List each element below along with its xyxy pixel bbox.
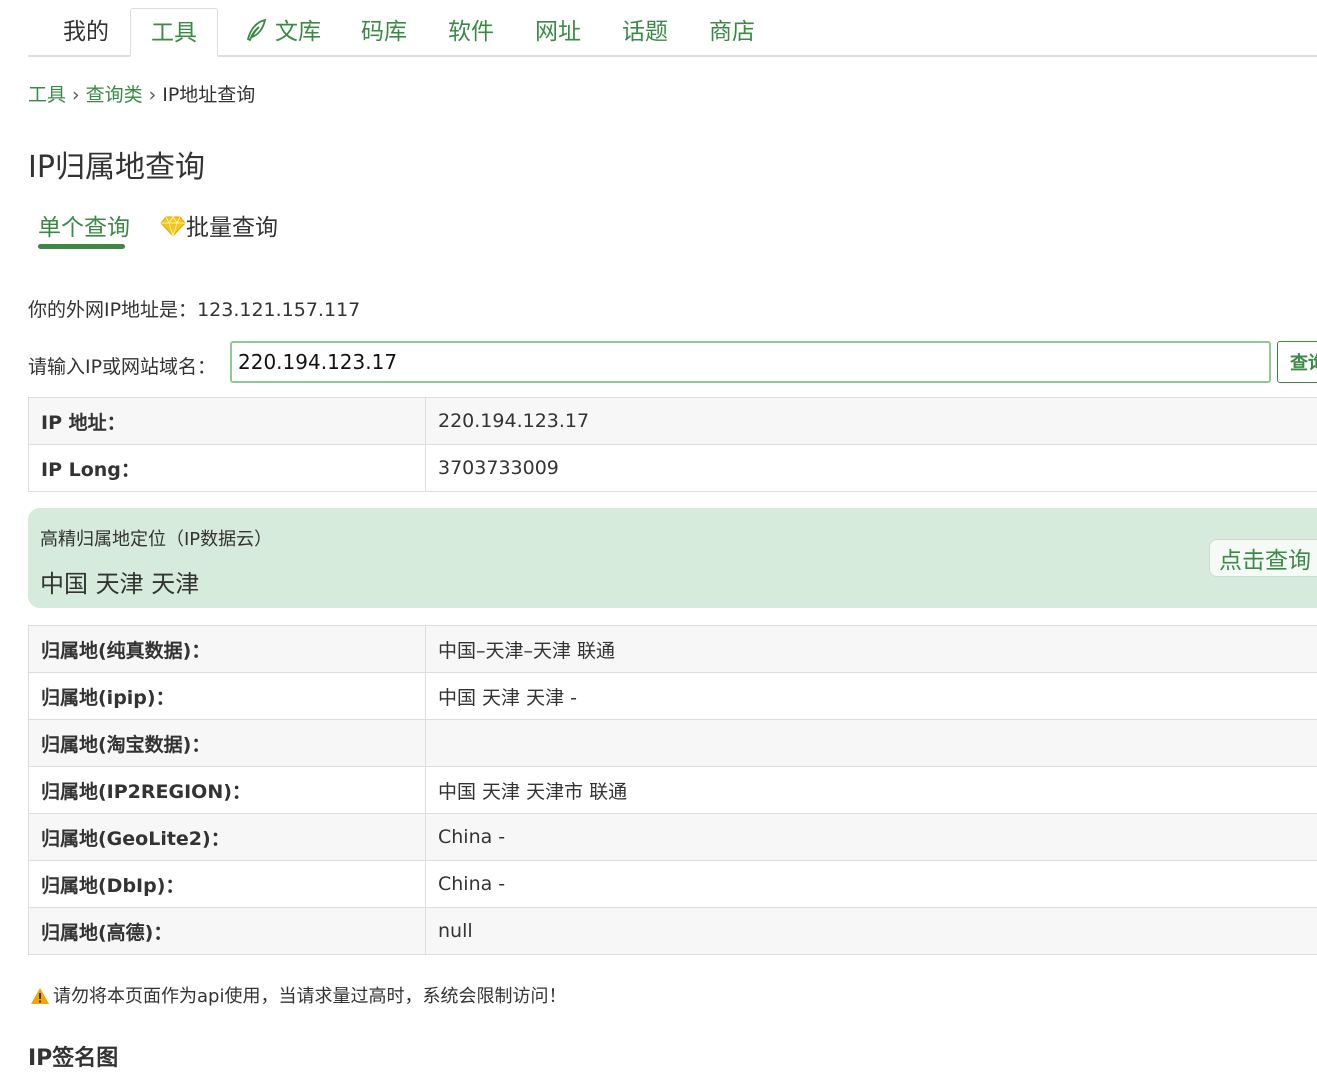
my-ip-label: 你的外网IP地址是：: [28, 299, 197, 321]
table-row: 归属地(纯真数据)： 中国–天津–天津 联通: [29, 626, 1317, 673]
table-row: 归属地(IP2REGION)： 中国 天津 天津市 联通: [29, 767, 1317, 814]
breadcrumb-separator: ›: [72, 84, 80, 106]
warning-text: 请勿将本页面作为api使用，当请求量过高时，系统会限制访问！: [53, 986, 566, 1007]
location-key: 归属地(高德)：: [29, 908, 426, 955]
api-warning: 请勿将本页面作为api使用，当请求量过高时，系统会限制访问！: [30, 982, 566, 1008]
warning-icon: [30, 987, 50, 1005]
tab-batch-query-label: 批量查询: [186, 215, 278, 241]
ip-long-key: IP Long：: [29, 445, 426, 492]
ip-address-value: 220.194.123.17: [426, 398, 1317, 445]
location-value: China -: [426, 814, 1317, 861]
nav-item-code[interactable]: 码库: [354, 8, 414, 55]
breadcrumb: 工具›查询类›IP地址查询: [28, 80, 255, 107]
ip-info-table: IP 地址： 220.194.123.17 IP Long： 370373300…: [28, 397, 1317, 492]
nav-item-topics[interactable]: 话题: [615, 8, 675, 55]
location-key: 归属地(GeoLite2)：: [29, 814, 426, 861]
tab-batch-query[interactable]: 批量查询: [160, 208, 278, 242]
quill-icon: [243, 17, 269, 43]
table-row: 归属地(淘宝数据)：: [29, 720, 1317, 767]
my-ip-value: 123.121.157.117: [197, 299, 360, 321]
tab-single-query[interactable]: 单个查询: [38, 208, 130, 242]
click-query-button[interactable]: 点击查询: [1209, 539, 1317, 577]
table-row: 归属地(GeoLite2)： China -: [29, 814, 1317, 861]
breadcrumb-separator: ›: [149, 84, 157, 106]
location-key: 归属地(DbIp)：: [29, 861, 426, 908]
nav-item-mine[interactable]: 我的: [52, 8, 120, 55]
query-button[interactable]: 查询: [1277, 341, 1317, 383]
nav-item-library[interactable]: 文库: [240, 8, 324, 55]
breadcrumb-current: IP地址查询: [162, 84, 255, 106]
nav-item-library-label: 文库: [275, 19, 321, 45]
location-value: 中国 天津 天津 -: [426, 673, 1317, 720]
table-row: 归属地(ipip)： 中国 天津 天津 -: [29, 673, 1317, 720]
precise-location-value: 中国 天津 天津: [40, 564, 199, 599]
top-nav: 我的 工具 文库 码库 软件 网址 话题 商店: [28, 0, 1317, 57]
location-value: [426, 720, 1317, 767]
ip-signature-heading: IP签名图: [28, 1040, 118, 1072]
page-title: IP归属地查询: [28, 142, 205, 186]
nav-item-software[interactable]: 软件: [441, 8, 501, 55]
table-row: 归属地(高德)： null: [29, 908, 1317, 955]
ip-long-value: 3703733009: [426, 445, 1317, 492]
ip-address-key: IP 地址：: [29, 398, 426, 445]
location-value: 中国 天津 天津市 联通: [426, 767, 1317, 814]
diamond-icon: [160, 215, 186, 237]
location-key: 归属地(ipip)：: [29, 673, 426, 720]
location-value: China -: [426, 861, 1317, 908]
location-key: 归属地(纯真数据)：: [29, 626, 426, 673]
location-table: 归属地(纯真数据)： 中国–天津–天津 联通 归属地(ipip)： 中国 天津 …: [28, 625, 1317, 955]
location-value: 中国–天津–天津 联通: [426, 626, 1317, 673]
table-row: IP Long： 3703733009: [29, 445, 1317, 492]
location-key: 归属地(淘宝数据)：: [29, 720, 426, 767]
my-ip-line: 你的外网IP地址是：123.121.157.117: [28, 295, 360, 322]
location-key: 归属地(IP2REGION)：: [29, 767, 426, 814]
location-value: null: [426, 908, 1317, 955]
precise-location-label: 高精归属地定位（IP数据云）: [40, 525, 272, 551]
ip-input[interactable]: [230, 341, 1271, 383]
nav-item-shop[interactable]: 商店: [702, 8, 762, 55]
table-row: IP 地址： 220.194.123.17: [29, 398, 1317, 445]
nav-item-sites[interactable]: 网址: [528, 8, 588, 55]
precise-location-box: 高精归属地定位（IP数据云） 中国 天津 天津 点击查询: [28, 508, 1317, 608]
ip-input-label: 请输入IP或网站域名：: [28, 352, 216, 379]
nav-item-tools[interactable]: 工具: [130, 8, 218, 57]
table-row: 归属地(DbIp)： China -: [29, 861, 1317, 908]
breadcrumb-tools[interactable]: 工具: [28, 84, 66, 106]
breadcrumb-query-category[interactable]: 查询类: [86, 84, 143, 106]
active-tab-indicator: [38, 244, 125, 249]
